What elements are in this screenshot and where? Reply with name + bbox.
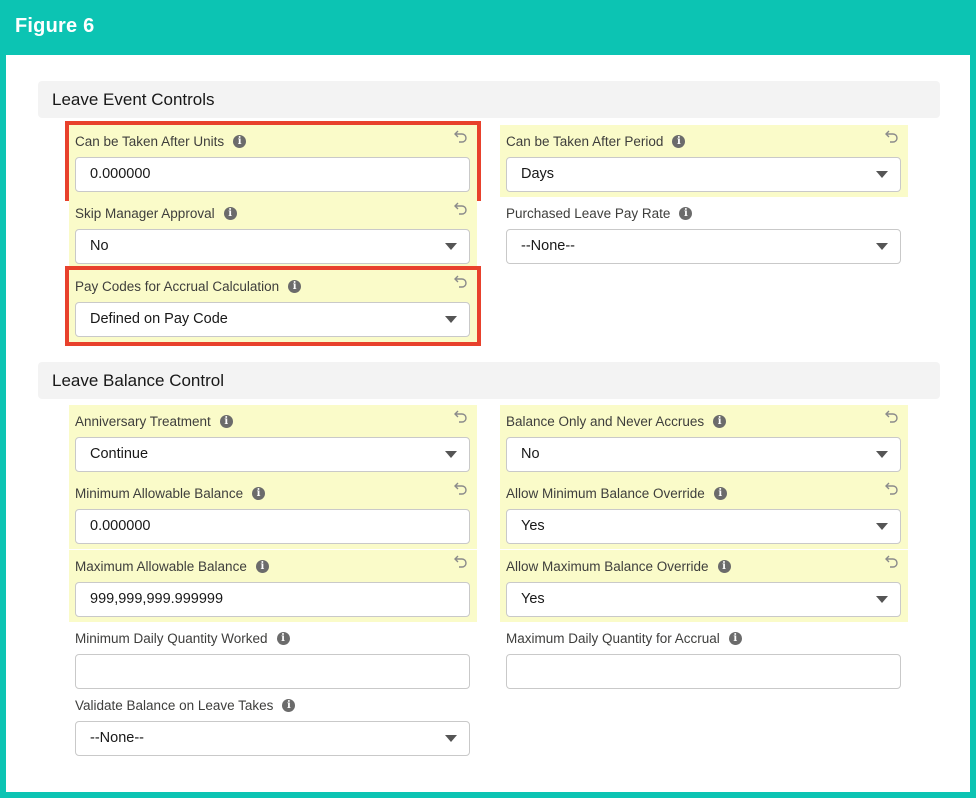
balance-only-and-never-accrues-select[interactable]: No [506,437,901,472]
pay-codes-for-accrual-calculation-select[interactable]: Defined on Pay Code [75,302,470,337]
skip-manager-approval-select[interactable]: No [75,229,470,264]
purchased-leave-pay-rate-select[interactable]: --None-- [506,229,901,264]
undo-icon[interactable] [884,553,900,569]
info-icon[interactable]: i [233,135,247,148]
info-icon[interactable]: i [728,632,742,645]
info-icon[interactable]: i [713,415,727,428]
field-label: Allow Maximum Balance Override i [506,559,731,574]
validate-balance-on-leave-takes-select[interactable]: --None-- [75,721,470,756]
anniversary-treatment-select[interactable]: Continue [75,437,470,472]
field-label: Skip Manager Approval i [75,206,237,221]
field-maximum-allowable-balance: Maximum Allowable Balance i 999,999,999.9… [69,550,477,622]
undo-icon[interactable] [884,128,900,144]
field-label: Anniversary Treatment i [75,414,233,429]
undo-icon[interactable] [453,553,469,569]
field-can-be-taken-after-units: Can be Taken After Units i 0.000000 [65,121,481,201]
chevron-down-icon [876,596,888,603]
field-label: Balance Only and Never Accrues i [506,414,727,429]
section-header-leave-balance-control[interactable]: Leave Balance Control [38,362,940,399]
allow-maximum-balance-override-select[interactable]: Yes [506,582,901,617]
chevron-down-icon [876,171,888,178]
undo-icon[interactable] [884,408,900,424]
section-title: Leave Event Controls [52,90,215,109]
field-pay-codes-for-accrual-calculation: Pay Codes for Accrual Calculation i Defin… [65,266,481,346]
can-be-taken-after-units-input[interactable]: 0.000000 [75,157,470,192]
chevron-down-icon [876,243,888,250]
chevron-down-icon [445,735,457,742]
undo-icon[interactable] [884,480,900,496]
allow-minimum-balance-override-select[interactable]: Yes [506,509,901,544]
can-be-taken-after-period-select[interactable]: Days [506,157,901,192]
info-icon[interactable]: i [219,415,233,428]
field-skip-manager-approval: Skip Manager Approval i No [69,197,477,269]
figure-title: Figure 6 [15,15,95,37]
field-label: Validate Balance on Leave Takes i [75,698,296,713]
chevron-down-icon [445,451,457,458]
info-icon[interactable]: i [223,207,237,220]
undo-icon[interactable] [453,480,469,496]
minimum-daily-quantity-worked-input[interactable] [75,654,470,689]
field-label: Minimum Allowable Balance i [75,486,266,501]
chevron-down-icon [445,316,457,323]
field-label: Can be Taken After Units i [75,134,247,149]
info-icon[interactable]: i [252,487,266,500]
info-icon[interactable]: i [672,135,686,148]
minimum-allowable-balance-input[interactable]: 0.000000 [75,509,470,544]
chevron-down-icon [876,523,888,530]
field-balance-only-and-never-accrues: Balance Only and Never Accrues i No [500,405,908,477]
section-title: Leave Balance Control [52,371,225,390]
info-icon[interactable]: i [713,487,727,500]
info-icon[interactable]: i [288,280,302,293]
chevron-down-icon [876,451,888,458]
section-header-leave-event-controls[interactable]: Leave Event Controls [38,81,940,118]
field-label: Minimum Daily Quantity Worked i [75,631,290,646]
info-icon[interactable]: i [255,560,269,573]
undo-icon[interactable] [453,273,469,289]
info-icon[interactable]: i [282,699,296,712]
field-maximum-daily-quantity-for-accrual: Maximum Daily Quantity for Accrual i [500,622,908,694]
field-label: Allow Minimum Balance Override i [506,486,727,501]
field-minimum-daily-quantity-worked: Minimum Daily Quantity Worked i [69,622,477,694]
field-label: Purchased Leave Pay Rate i [506,206,693,221]
field-minimum-allowable-balance: Minimum Allowable Balance i 0.000000 [69,477,477,549]
undo-icon[interactable] [453,200,469,216]
info-icon[interactable]: i [679,207,693,220]
figure-header: Figure 6 [0,0,976,55]
field-label: Pay Codes for Accrual Calculation i [75,279,302,294]
field-allow-minimum-balance-override: Allow Minimum Balance Override i Yes [500,477,908,549]
field-label: Can be Taken After Period i [506,134,686,149]
field-purchased-leave-pay-rate: Purchased Leave Pay Rate i --None-- [500,197,908,269]
undo-icon[interactable] [453,128,469,144]
field-label: Maximum Daily Quantity for Accrual i [506,631,742,646]
field-anniversary-treatment: Anniversary Treatment i Continue [69,405,477,477]
field-validate-balance-on-leave-takes: Validate Balance on Leave Takes i --None-… [69,689,477,761]
field-can-be-taken-after-period: Can be Taken After Period i Days [500,125,908,197]
field-label: Maximum Allowable Balance i [75,559,269,574]
info-icon[interactable]: i [717,560,731,573]
maximum-daily-quantity-for-accrual-input[interactable] [506,654,901,689]
field-allow-maximum-balance-override: Allow Maximum Balance Override i Yes [500,550,908,622]
undo-icon[interactable] [453,408,469,424]
info-icon[interactable]: i [276,632,290,645]
chevron-down-icon [445,243,457,250]
maximum-allowable-balance-input[interactable]: 999,999,999.999999 [75,582,470,617]
